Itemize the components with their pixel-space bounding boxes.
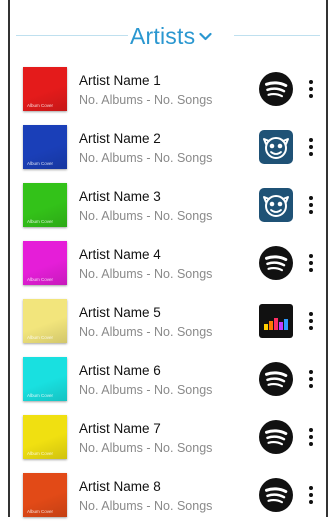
artist-row[interactable]: Album Cover Artist Name 7 No. Albums - N… [10,408,326,466]
more-options-icon[interactable] [303,132,319,162]
album-cover-label: Album Cover [27,451,54,456]
album-cover-label: Album Cover [27,509,54,514]
artist-row[interactable]: Album Cover Artist Name 5 No. Albums - N… [10,292,326,350]
more-options-icon[interactable] [303,74,319,104]
more-options-icon[interactable] [303,190,319,220]
artist-meta: No. Albums - No. Songs [79,209,213,223]
app-frame: Artists Album Cover Artist Name 1 No. Al… [8,0,328,517]
album-cover: Album Cover [23,183,67,227]
album-cover: Album Cover [23,125,67,169]
album-cover-label: Album Cover [27,393,54,398]
artist-row[interactable]: Album Cover Artist Name 3 No. Albums - N… [10,176,326,234]
album-cover: Album Cover [23,473,67,517]
album-cover-label: Album Cover [27,335,54,340]
more-options-icon[interactable] [303,422,319,452]
artist-name: Artist Name 8 [79,479,161,494]
artist-name: Artist Name 7 [79,421,161,436]
artists-dropdown[interactable]: Artists [130,19,212,53]
page-title: Artists [130,22,196,49]
header-divider-right [234,35,320,36]
album-cover: Album Cover [23,357,67,401]
header: Artists [10,0,326,64]
artist-row[interactable]: Album Cover Artist Name 8 No. Albums - N… [10,466,326,524]
deezer-icon[interactable] [258,303,294,339]
napster-icon[interactable] [258,129,294,165]
album-cover: Album Cover [23,415,67,459]
artist-meta: No. Albums - No. Songs [79,93,213,107]
artist-name: Artist Name 1 [79,73,161,88]
album-cover-label: Album Cover [27,277,54,282]
chevron-down-icon [199,32,212,40]
artist-name: Artist Name 6 [79,363,161,378]
spotify-icon[interactable] [258,71,294,107]
artist-row[interactable]: Album Cover Artist Name 1 No. Albums - N… [10,60,326,118]
artist-meta: No. Albums - No. Songs [79,383,213,397]
artist-meta: No. Albums - No. Songs [79,325,213,339]
album-cover-label: Album Cover [27,219,54,224]
artist-meta: No. Albums - No. Songs [79,267,213,281]
spotify-icon[interactable] [258,419,294,455]
artist-meta: No. Albums - No. Songs [79,151,213,165]
artist-row[interactable]: Album Cover Artist Name 6 No. Albums - N… [10,350,326,408]
artist-row[interactable]: Album Cover Artist Name 2 No. Albums - N… [10,118,326,176]
spotify-icon[interactable] [258,245,294,281]
more-options-icon[interactable] [303,248,319,278]
artist-name: Artist Name 2 [79,131,161,146]
more-options-icon[interactable] [303,306,319,336]
artist-meta: No. Albums - No. Songs [79,441,213,455]
album-cover: Album Cover [23,241,67,285]
artist-row[interactable]: Album Cover Artist Name 4 No. Albums - N… [10,234,326,292]
artist-name: Artist Name 4 [79,247,161,262]
spotify-icon[interactable] [258,361,294,397]
artist-name: Artist Name 3 [79,189,161,204]
album-cover-label: Album Cover [27,161,54,166]
more-options-icon[interactable] [303,364,319,394]
album-cover-label: Album Cover [27,103,54,108]
artist-meta: No. Albums - No. Songs [79,499,213,513]
header-divider-left [16,35,128,36]
napster-icon[interactable] [258,187,294,223]
more-options-icon[interactable] [303,480,319,510]
artist-name: Artist Name 5 [79,305,161,320]
album-cover: Album Cover [23,299,67,343]
album-cover: Album Cover [23,67,67,111]
spotify-icon[interactable] [258,477,294,513]
